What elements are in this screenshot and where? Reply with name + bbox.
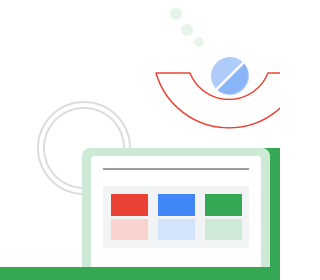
laptop-base — [0, 267, 280, 280]
illustration — [0, 8, 280, 280]
blue-toggle-icon — [211, 57, 249, 95]
dot-1 — [170, 8, 182, 20]
dot-2 — [181, 24, 193, 36]
dot-3 — [194, 37, 204, 47]
dots-trail — [170, 8, 204, 47]
laptop — [82, 148, 280, 280]
